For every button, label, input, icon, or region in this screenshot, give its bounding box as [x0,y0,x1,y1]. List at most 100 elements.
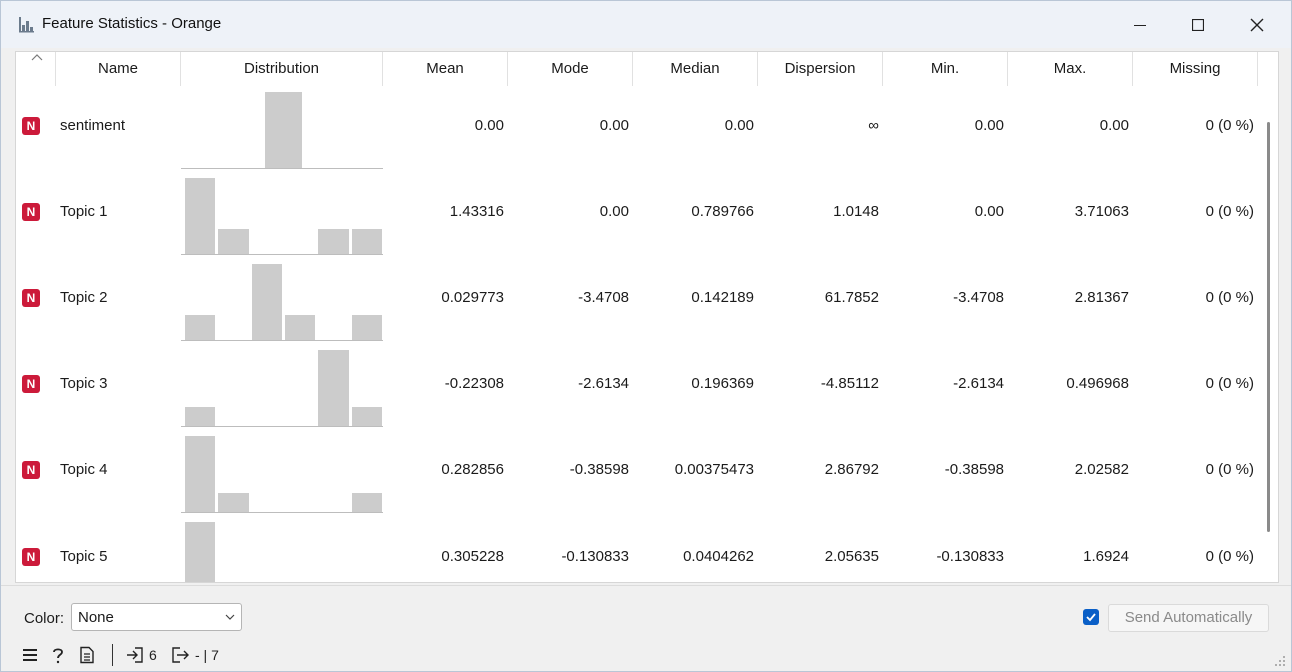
histogram-bar [185,436,216,512]
numeric-type-icon: N [22,548,40,566]
distribution-histogram [181,86,383,172]
median-value: 0.196369 [691,375,754,392]
distribution-histogram [181,430,383,516]
histogram-bar [185,407,216,426]
resize-grip-icon[interactable] [1274,655,1286,667]
distribution-histogram [181,516,383,582]
table-row[interactable]: N Topic 5 0.305228 -0.130833 0.0404262 2… [16,516,1260,582]
missing-value: 0 (0 %) [1205,117,1254,134]
close-button[interactable] [1228,1,1286,48]
missing-value: 0 (0 %) [1205,461,1254,478]
status-divider [112,644,113,666]
header-mean[interactable]: Mean [383,52,508,86]
distribution-histogram [181,172,383,258]
missing-value: 0 (0 %) [1205,548,1254,565]
header-min[interactable]: Min. [883,52,1008,86]
menu-icon[interactable] [21,646,39,664]
header-type[interactable] [16,52,56,86]
max-value: 0.496968 [1066,375,1129,392]
color-label: Color: [24,610,65,627]
histogram-bar [318,350,349,426]
mode-value: -3.4708 [578,289,629,306]
header-distribution[interactable]: Distribution [181,52,383,86]
max-value: 1.6924 [1083,548,1129,565]
header-name[interactable]: Name [56,52,181,86]
table-row[interactable]: N Topic 1 1.43316 0.00 0.789766 1.0148 0… [16,172,1260,258]
missing-value: 0 (0 %) [1205,203,1254,220]
table-row[interactable]: N Topic 2 0.029773 -3.4708 0.142189 61.7… [16,258,1260,344]
output-count: - | 7 [195,647,219,663]
help-icon[interactable] [49,646,67,664]
report-icon[interactable] [78,646,96,664]
max-value: 3.71063 [1074,203,1129,220]
vertical-scrollbar[interactable] [1266,112,1270,582]
histogram-baseline [181,254,383,255]
numeric-type-icon: N [22,461,40,479]
dispersion-value: 1.0148 [833,203,879,220]
min-value: -2.6134 [953,375,1004,392]
max-value: 2.81367 [1074,289,1129,306]
dispersion-value: -4.85112 [820,375,879,392]
scrollbar-thumb[interactable] [1267,122,1270,532]
histogram-bar [185,178,216,254]
color-dropdown[interactable]: None [71,603,242,631]
mean-value: 0.029773 [441,289,504,306]
feature-statistics-table[interactable]: Name Distribution Mean Mode Median Dispe… [15,51,1279,583]
histogram-bar [251,264,282,340]
input-signal-icon[interactable] [126,646,144,664]
chevron-down-icon [225,614,235,620]
feature-name: Topic 2 [60,289,108,306]
header-dispersion[interactable]: Dispersion [758,52,883,86]
distribution-histogram [181,258,383,344]
histogram-baseline [181,512,383,513]
table-row[interactable]: N Topic 3 -0.22308 -2.6134 0.196369 -4.8… [16,344,1260,430]
mode-value: 0.00 [599,203,629,220]
histogram-bar [285,314,316,340]
mode-value: -2.6134 [578,375,629,392]
header-mode[interactable]: Mode [508,52,633,86]
feature-name: Topic 4 [60,461,108,478]
histogram-baseline [181,340,383,341]
median-value: 0.142189 [691,289,754,306]
input-count: 6 [149,647,157,663]
header-missing[interactable]: Missing [1133,52,1258,86]
maximize-button[interactable] [1169,1,1227,48]
dispersion-value: 2.86792 [824,461,879,478]
median-value: 0.00 [724,117,754,134]
mean-value: 0.282856 [441,461,504,478]
mean-value: 0.305228 [441,548,504,565]
median-value: 0.789766 [691,203,754,220]
min-value: 0.00 [974,203,1004,220]
median-value: 0.00375473 [674,461,754,478]
header-max[interactable]: Max. [1008,52,1133,86]
feature-name: Topic 1 [60,203,108,220]
numeric-type-icon: N [22,289,40,307]
max-value: 2.02582 [1074,461,1129,478]
histogram-bar [351,407,382,426]
maximize-icon [1192,18,1204,31]
numeric-type-icon: N [22,375,40,393]
histogram-bar [265,92,302,168]
histogram-bar [218,228,249,254]
title-bar[interactable]: Feature Statistics - Orange [1,1,1291,48]
dispersion-value: ∞ [868,117,879,134]
histogram-bar [318,228,349,254]
numeric-type-icon: N [22,117,40,135]
histogram-bar [351,228,382,254]
histogram-bar [185,314,216,340]
control-panel: Color: None Send Automatically 6 - | 7 [1,585,1291,671]
histogram-bar [218,493,249,512]
send-automatically-checkbox[interactable] [1083,609,1099,625]
missing-value: 0 (0 %) [1205,289,1254,306]
output-signal-icon[interactable] [171,646,189,664]
feature-name: Topic 3 [60,375,108,392]
dispersion-value: 61.7852 [824,289,879,306]
header-median[interactable]: Median [633,52,758,86]
feature-statistics-window: Feature Statistics - Orange Name Distrib… [0,0,1292,672]
feature-name: sentiment [60,117,126,134]
table-row[interactable]: N Topic 4 0.282856 -0.38598 0.00375473 2… [16,430,1260,516]
minimize-button[interactable] [1111,1,1169,48]
table-row[interactable]: N sentiment 0.00 0.00 0.00 ∞ 0.00 0.00 0… [16,86,1260,172]
mean-value: 1.43316 [449,203,504,220]
send-automatically-button[interactable]: Send Automatically [1108,604,1269,632]
